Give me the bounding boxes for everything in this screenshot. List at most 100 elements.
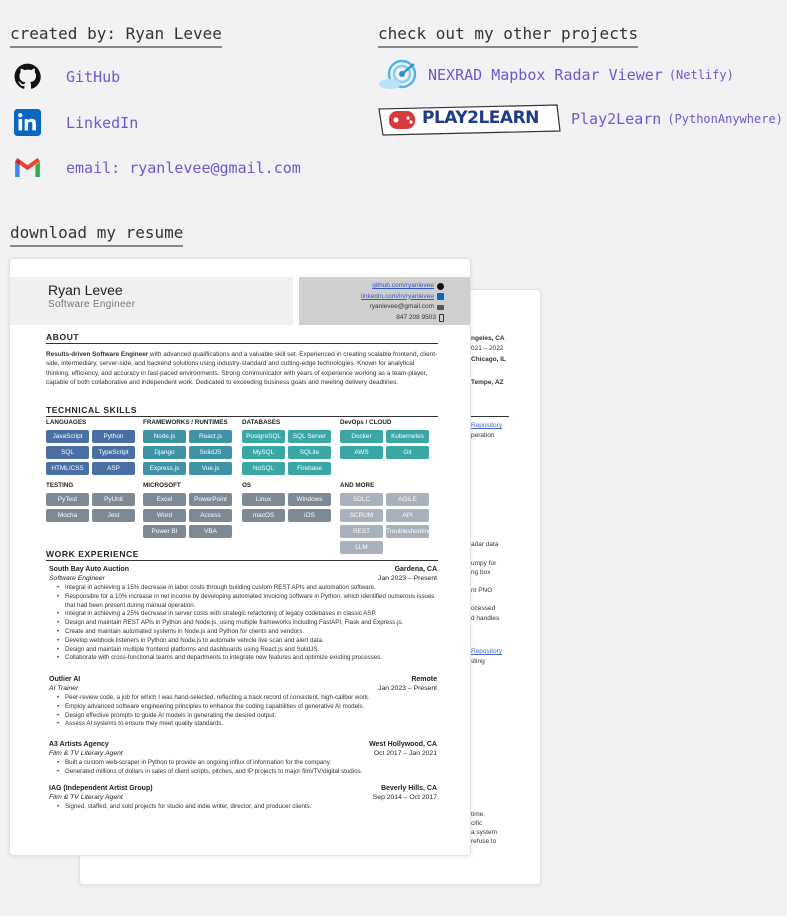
resume-role: Software Engineer xyxy=(48,299,136,310)
skill-chip: SolidJS xyxy=(189,446,232,459)
skill-group-frameworks: FRAMEWORKS / RUNTIMES Node.js React.js Dja… xyxy=(143,419,232,475)
skill-chip: iOS xyxy=(288,509,331,522)
resume-github[interactable]: github.com/ryanlevee xyxy=(299,281,444,292)
skill-chip: Node.js xyxy=(143,430,186,443)
back-text: peration xyxy=(471,432,495,439)
job-bullet: Built a custom web-scraper in Python to … xyxy=(57,759,437,768)
job-header: Outlier AI Remote xyxy=(49,675,437,684)
back-text: Repository xyxy=(471,422,503,429)
phone-icon xyxy=(439,313,444,322)
back-text: ng box xyxy=(471,569,491,576)
nexrad-label[interactable]: NEXRAD Mapbox Radar Viewer xyxy=(428,66,663,84)
job-subheader: AI Trainer Jan 2023 – Present xyxy=(49,684,437,694)
job-location: Gardena, CA xyxy=(394,566,437,573)
job-company: Outlier AI xyxy=(49,676,81,683)
skill-chip: SCRUM xyxy=(340,509,383,522)
back-text: 021 – 2022 xyxy=(471,345,504,352)
job-bullet: Create and maintain automated systems in… xyxy=(57,628,437,637)
skill-chip: Kubernetes xyxy=(386,430,429,443)
job-bullet: Design and maintain multiple frontend pl… xyxy=(57,646,437,655)
skill-chip: Excel xyxy=(143,493,186,506)
mail-icon xyxy=(437,304,444,310)
github-label[interactable]: GitHub xyxy=(66,68,120,86)
skill-chip: ASP xyxy=(92,462,135,475)
about-heading: ABOUT xyxy=(46,332,438,344)
back-text: d handles xyxy=(471,615,500,622)
nexrad-host[interactable]: (Netlify) xyxy=(669,68,734,82)
skill-chip: Docker xyxy=(340,430,383,443)
resume-title: download my resume xyxy=(10,223,184,247)
nexrad-link[interactable]: NEXRAD Mapbox Radar Viewer (Netlify) xyxy=(378,58,734,92)
skill-group-languages: LANGUAGES JavaScript Python SQL TypeScript H… xyxy=(46,419,135,475)
skill-chip: Linux xyxy=(242,493,285,506)
resume-name-box: Ryan Levee Software Engineer xyxy=(10,277,293,325)
job-title: Film & TV Literary Agent xyxy=(49,750,123,757)
back-text: Chicago, IL xyxy=(471,356,507,363)
skill-chip: Vue.js xyxy=(189,462,232,475)
skill-group-microsoft: MICROSOFT Excel PowerPoint Word Access Power… xyxy=(143,482,232,538)
github-link[interactable]: GitHub xyxy=(14,63,120,90)
job-entry: A3 Artists Agency West Hollywood, CA Film … xyxy=(49,740,437,777)
linkedin-label[interactable]: LinkedIn xyxy=(66,114,138,132)
linkedin-link[interactable]: LinkedIn xyxy=(14,109,138,136)
back-text: refuse to xyxy=(471,838,497,845)
email-link[interactable]: email: ryanlevee@gmail.com xyxy=(14,156,301,180)
skill-chip: PyTest xyxy=(46,493,89,506)
email-label[interactable]: email: ryanlevee@gmail.com xyxy=(66,159,301,177)
github-icon xyxy=(437,282,444,290)
job-date: Oct 2017 – Jan 2021 xyxy=(373,750,437,757)
job-subheader: Film & TV Literary Agent Sep 2014 – Oct 2… xyxy=(49,793,437,803)
job-header: IAG (Independent Artist Group) Beverly Hi… xyxy=(49,784,437,793)
skill-chip: Word xyxy=(143,509,186,522)
skill-chip: TypeScript xyxy=(92,446,135,459)
play2learn-host[interactable]: (PythonAnywhere) xyxy=(667,112,783,126)
skill-chip: Mocha xyxy=(46,509,89,522)
job-subheader: Film & TV Literary Agent Oct 2017 – Jan 2… xyxy=(49,749,437,759)
job-date: Jan 2023 – Present xyxy=(378,575,437,582)
job-company: IAG (Independent Artist Group) xyxy=(49,785,153,792)
skill-chip: VBA xyxy=(189,525,232,538)
back-text: nt PNG xyxy=(471,587,493,594)
job-bullets: Integral in achieving a 15% decrease in … xyxy=(57,584,437,663)
skill-chip: Windows xyxy=(288,493,331,506)
resume-page-1-preview[interactable]: Ryan Levee Software Engineer github.com/… xyxy=(9,258,471,856)
back-text: time. xyxy=(471,811,486,818)
play2learn-label[interactable]: Play2Learn xyxy=(571,110,661,128)
job-header: South Bay Auto Auction Gardena, CA xyxy=(49,565,437,574)
projects-title: check out my other projects xyxy=(378,24,639,48)
job-subheader: Software Engineer Jan 2023 – Present xyxy=(49,574,437,584)
skill-group-devops: DevOps / CLOUD Docker Kubernetes AWS Git xyxy=(340,419,429,459)
job-title: Software Engineer xyxy=(49,575,105,582)
job-date: Sep 2014 – Oct 2017 xyxy=(372,794,437,801)
skill-chip: AWS xyxy=(340,446,383,459)
resume-linkedin[interactable]: linkedin.com/in/ryanlevee xyxy=(299,292,444,303)
job-bullet: Integral in achieving a 15% decrease in … xyxy=(57,584,437,593)
back-text: adar data xyxy=(471,541,499,548)
job-entry: Outlier AI Remote AI Trainer Jan 2023 – Pre… xyxy=(49,675,437,729)
about-text: Results-driven Software Engineer with ad… xyxy=(46,351,438,386)
job-bullets: Built a custom web-scraper in Python to … xyxy=(57,759,437,777)
resume-contact-box: github.com/ryanlevee linkedin.com/in/rya… xyxy=(299,277,470,325)
back-text: umpy for xyxy=(471,560,497,567)
back-text: sting xyxy=(471,658,485,665)
back-text: a system xyxy=(471,829,498,836)
skill-group-testing: TESTING PyTest PyUnit Mocha Jest xyxy=(46,482,135,522)
job-header: A3 Artists Agency West Hollywood, CA xyxy=(49,740,437,749)
skill-chip: SQL xyxy=(46,446,89,459)
work-heading: WORK EXPERIENCE xyxy=(46,549,438,561)
skill-chip: PostgreSQL xyxy=(242,430,285,443)
skill-chip: SQLite xyxy=(288,446,331,459)
skill-chip: PyUnit xyxy=(92,493,135,506)
skill-chip: Firebase xyxy=(288,462,331,475)
skill-chip: Jest xyxy=(92,509,135,522)
job-bullet: Design and maintain REST APIs in Python … xyxy=(57,619,437,628)
play2learn-link[interactable]: PLAY2LEARN Play2Learn (PythonAnywhere) xyxy=(377,101,783,137)
play2learn-logo-icon: PLAY2LEARN xyxy=(377,101,561,137)
github-icon xyxy=(14,63,41,89)
job-bullet: Generated millions of dollars in sales o… xyxy=(57,768,437,777)
skill-chip: HTML/CSS xyxy=(46,462,89,475)
skill-chip: NoSQL xyxy=(242,462,285,475)
radar-logo-icon xyxy=(379,59,417,89)
play2learn-logo-text: PLAY2LEARN xyxy=(422,108,539,128)
skill-group-more: AND MORE SDLC AGILE SCRUM API REST Troublesho… xyxy=(340,482,429,554)
